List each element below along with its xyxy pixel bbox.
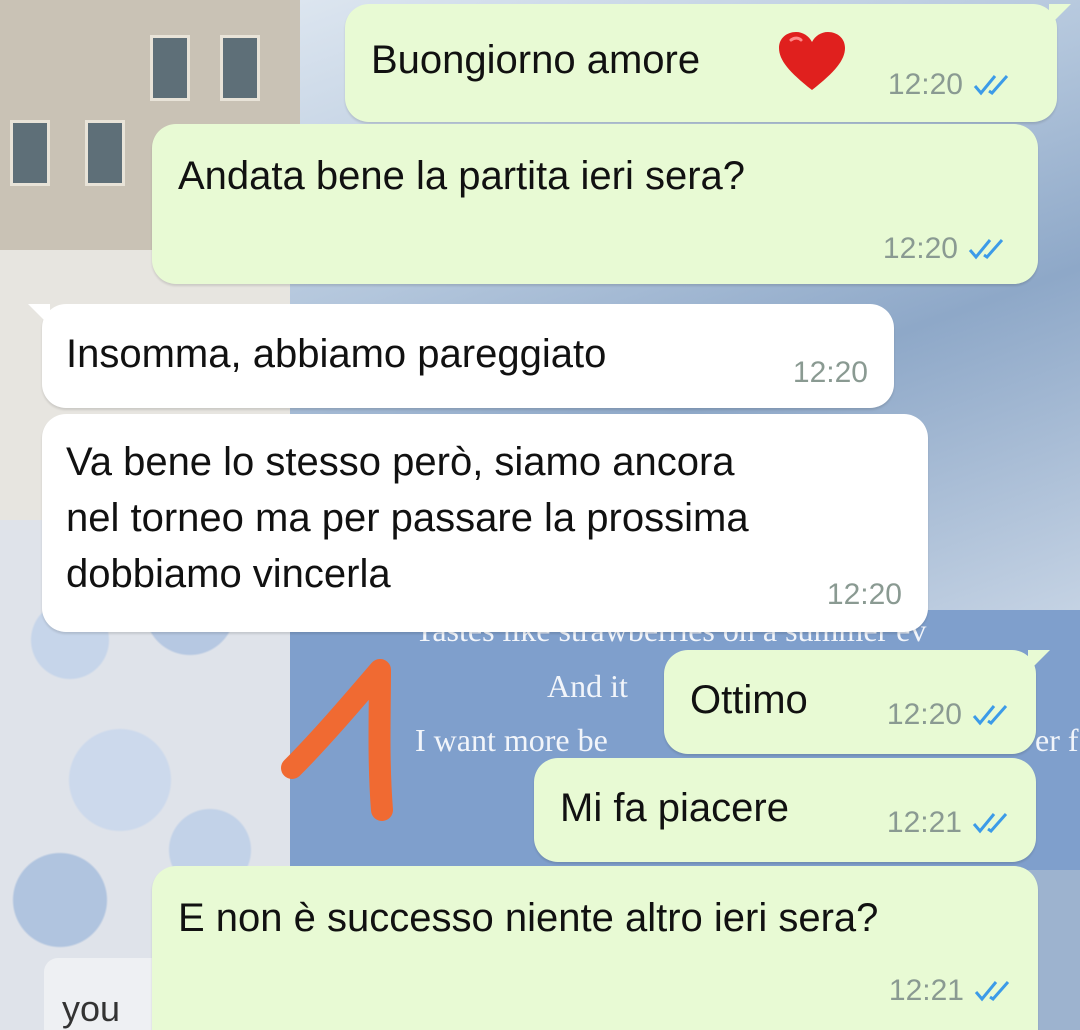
- message-text: Va bene lo stesso però, siamo ancora nel…: [66, 440, 749, 596]
- message-bubble-outgoing[interactable]: E non è successo niente altro ieri sera?…: [152, 866, 1038, 1030]
- message-text: E non è successo niente altro ieri sera?: [178, 896, 879, 940]
- message-meta: 12:21: [887, 806, 1016, 840]
- wallpaper-you-label: you: [62, 988, 121, 1029]
- building-window: [220, 35, 260, 101]
- message-time: 12:20: [826, 578, 902, 611]
- message-bubble-outgoing[interactable]: Andata bene la partita ieri sera? 12:20: [152, 124, 1038, 284]
- message-text: Ottimo: [690, 678, 808, 722]
- message-bubble-outgoing[interactable]: Mi fa piacere 12:21: [534, 758, 1036, 862]
- message-text: Buongiorno amore: [371, 38, 701, 82]
- message-meta: 12:20: [887, 698, 1016, 732]
- double-check-read-icon: [968, 239, 1004, 260]
- message-text: Insomma, abbiamo pareggiato: [66, 332, 607, 376]
- building-window: [150, 35, 190, 101]
- wallpaper-quote-line3: I want more be: [415, 722, 608, 758]
- wallpaper-quote-line3-tail: er f: [1035, 722, 1079, 758]
- message-meta: 12:20: [793, 356, 868, 390]
- message-bubble-incoming[interactable]: Va bene lo stesso però, siamo ancora nel…: [42, 414, 928, 632]
- message-bubble-incoming[interactable]: Insomma, abbiamo pareggiato 12:20: [28, 304, 894, 408]
- message-meta: 12:20: [883, 232, 1012, 266]
- building-window: [85, 120, 125, 186]
- message-bubble-outgoing[interactable]: Ottimo 12:20: [664, 650, 1050, 754]
- message-text: Mi fa piacere: [560, 786, 789, 830]
- bubble-tail: [1028, 650, 1050, 672]
- double-check-read-icon: [973, 75, 1009, 96]
- message-meta: 12:21: [889, 974, 1018, 1008]
- message-time: 12:20: [886, 698, 962, 731]
- double-check-read-icon: [974, 981, 1010, 1002]
- message-time: 12:20: [792, 356, 868, 389]
- message-time: 12:20: [882, 232, 958, 265]
- double-check-read-icon: [972, 813, 1008, 834]
- message-time: 12:21: [886, 806, 962, 839]
- bubble-tail: [28, 304, 50, 326]
- bubble-tail: [1049, 4, 1071, 26]
- message-meta: 12:20: [827, 578, 902, 612]
- red-heart-icon: [779, 32, 845, 90]
- message-text: Andata bene la partita ieri sera?: [178, 154, 746, 198]
- building-window: [10, 120, 50, 186]
- message-time: 12:21: [888, 974, 964, 1007]
- message-meta: 12:20: [888, 68, 1017, 102]
- wallpaper-quote-line2: And it: [547, 668, 628, 704]
- hand-drawn-annotation-mark: [281, 659, 393, 821]
- message-time: 12:20: [887, 68, 963, 101]
- double-check-read-icon: [972, 705, 1008, 726]
- message-bubble-outgoing[interactable]: Buongiorno amore 12:20: [345, 4, 1071, 122]
